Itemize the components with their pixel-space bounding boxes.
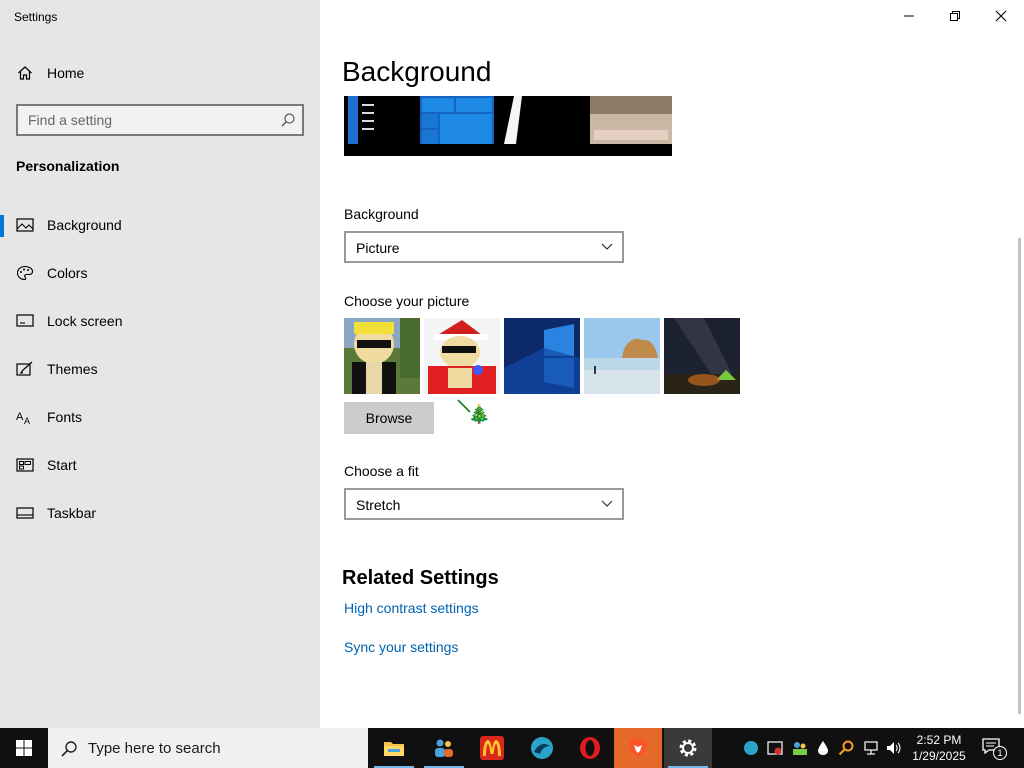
choose-fit-value: Stretch — [356, 497, 401, 513]
sidebar-item-label: Start — [47, 457, 77, 473]
home-nav-item[interactable]: Home — [0, 58, 320, 88]
close-icon — [995, 10, 1007, 22]
palette-icon — [16, 265, 34, 281]
night-sky-tent-image — [664, 318, 740, 394]
find-setting-search[interactable] — [16, 104, 304, 136]
picture-icon — [16, 218, 34, 232]
content-scrollbar[interactable] — [1018, 238, 1021, 714]
sidebar-item-taskbar[interactable]: Taskbar — [0, 493, 320, 533]
opera-icon — [580, 737, 600, 759]
clock-time: 2:52 PM — [916, 733, 962, 747]
taskbar-search-box[interactable]: Type here to search — [48, 728, 368, 768]
gear-icon — [679, 739, 697, 757]
restore-button[interactable] — [932, 0, 978, 32]
picture-thumbnail[interactable] — [584, 318, 660, 394]
svg-text:A: A — [24, 416, 30, 425]
taskbar-search-placeholder: Type here to search — [88, 740, 221, 757]
settings-sidebar: Settings Home Personalization Background… — [0, 0, 320, 728]
christmas-tree-emoji: 🎄 — [468, 404, 491, 425]
notification-count-badge: 1 — [993, 746, 1007, 760]
lock-screen-icon — [16, 314, 34, 327]
background-type-value: Picture — [356, 240, 400, 256]
personalization-heading: Personalization — [16, 158, 120, 174]
search-icon — [61, 741, 77, 757]
sidebar-item-colors[interactable]: Colors — [0, 253, 320, 293]
taskbar-brave[interactable] — [614, 728, 662, 768]
find-setting-input[interactable] — [18, 106, 268, 134]
volume-icon[interactable] — [886, 740, 902, 756]
search-icon[interactable] — [280, 112, 296, 128]
background-preview — [344, 96, 672, 156]
minimize-button[interactable] — [886, 0, 932, 32]
taskbar-people-app[interactable] — [420, 728, 468, 768]
people-tray-icon[interactable] — [792, 740, 808, 756]
restore-icon — [950, 11, 960, 21]
sidebar-item-label: Colors — [47, 265, 88, 281]
sidebar-item-start[interactable]: Start — [0, 445, 320, 485]
minimize-icon — [904, 15, 914, 17]
choose-picture-label: Choose your picture — [344, 293, 470, 309]
fonts-icon: A A — [16, 411, 30, 425]
related-settings-heading: Related Settings — [342, 567, 499, 589]
picture-thumbnail[interactable] — [664, 318, 740, 394]
sidebar-item-background[interactable]: Background — [0, 205, 320, 245]
action-center-button[interactable]: 1 — [978, 736, 1012, 760]
background-type-label: Background — [344, 206, 419, 222]
taskbar-settings[interactable] — [664, 728, 712, 768]
brave-lion-icon — [629, 739, 647, 758]
background-type-dropdown[interactable]: Picture — [344, 231, 624, 263]
taskbar-file-explorer[interactable] — [370, 728, 418, 768]
picture-thumbnail[interactable] — [344, 318, 420, 394]
high-contrast-settings-link[interactable]: High contrast settings — [344, 600, 479, 616]
svg-text:A: A — [16, 411, 24, 423]
sidebar-item-label: Background — [47, 217, 122, 233]
chevron-down-icon — [601, 243, 613, 250]
beach-rock-arch-image — [584, 318, 660, 394]
edge-tray-icon[interactable] — [743, 740, 759, 756]
close-button[interactable] — [978, 0, 1024, 32]
choose-fit-dropdown[interactable]: Stretch — [344, 488, 624, 520]
sidebar-item-lock-screen[interactable]: Lock screen — [0, 301, 320, 341]
security-tray-icon[interactable] — [767, 740, 783, 756]
picture-thumbnail[interactable] — [504, 318, 580, 394]
cartoon-santa-hat-image — [424, 318, 500, 394]
home-label: Home — [47, 65, 85, 81]
clock-date: 1/29/2025 — [912, 749, 966, 763]
taskbar-opera[interactable] — [566, 728, 614, 768]
sidebar-item-label: Lock screen — [47, 313, 123, 329]
network-icon[interactable] — [863, 740, 879, 756]
taskbar-clock[interactable]: 2:52 PM 1/29/2025 — [906, 732, 972, 764]
taskbar-mcdonalds[interactable] — [468, 728, 516, 768]
choose-fit-label: Choose a fit — [344, 463, 419, 479]
sidebar-item-label: Themes — [47, 361, 98, 377]
chevron-down-icon — [601, 500, 613, 507]
drop-tray-icon[interactable] — [815, 740, 831, 756]
windows-logo-icon — [16, 740, 32, 756]
people-icon — [435, 739, 453, 757]
windows-taskbar: Type here to search 2:52 PM 1/29/2025 1 — [0, 728, 1024, 768]
sidebar-item-themes[interactable]: Themes — [0, 349, 320, 389]
edge-dev-icon — [531, 737, 553, 759]
windows-10-wallpaper-image — [504, 318, 580, 394]
mcdonalds-icon — [480, 736, 504, 760]
themes-icon — [16, 361, 33, 376]
taskbar-edge-dev[interactable] — [518, 728, 566, 768]
search-tray-icon[interactable] — [838, 740, 854, 756]
folder-icon — [384, 742, 404, 756]
cartoon-sunglasses-image — [344, 318, 420, 394]
picture-thumbnail[interactable] — [424, 318, 500, 394]
taskbar-icon — [16, 507, 34, 519]
window-title: Settings — [14, 10, 58, 24]
start-button[interactable] — [0, 728, 48, 768]
page-title: Background — [342, 56, 492, 87]
home-icon — [18, 66, 32, 80]
desktop-preview-image — [344, 96, 672, 156]
sidebar-item-label: Taskbar — [47, 505, 97, 521]
browse-button[interactable]: Browse — [344, 402, 434, 434]
start-icon — [16, 458, 34, 472]
sidebar-item-label: Fonts — [47, 409, 83, 425]
sync-your-settings-link[interactable]: Sync your settings — [344, 639, 458, 655]
sidebar-item-fonts[interactable]: A A Fonts — [0, 397, 320, 437]
